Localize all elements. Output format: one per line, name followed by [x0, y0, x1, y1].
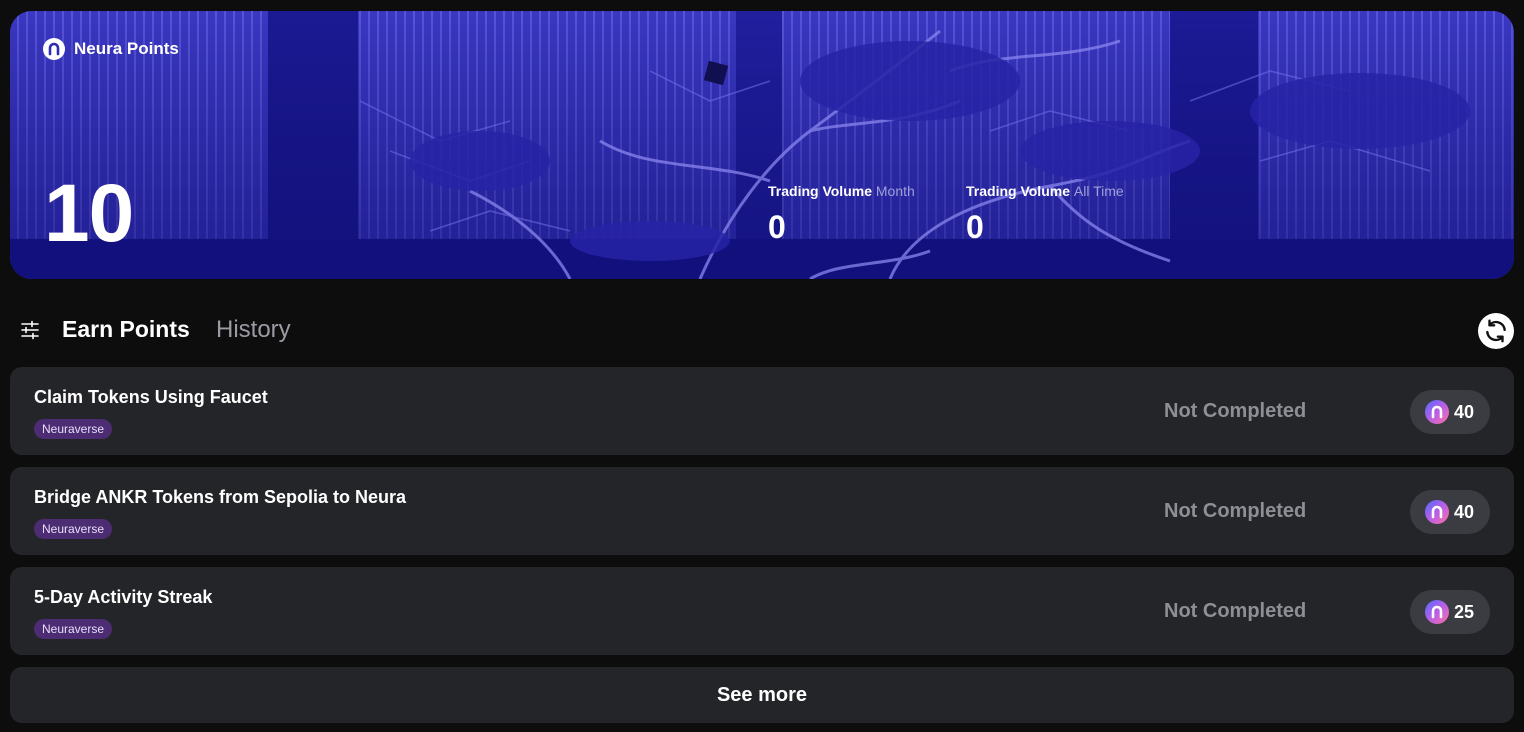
volume-label: Trading Volume Month	[768, 183, 915, 199]
task-tag: Neuraverse	[34, 419, 113, 439]
task-card[interactable]: Claim Tokens Using Faucet Neuraverse Not…	[10, 367, 1514, 455]
sliders-icon[interactable]	[20, 320, 40, 340]
hero-brand: Neura Points	[43, 38, 179, 60]
neura-coin-icon	[1424, 400, 1449, 424]
hero-background-image	[10, 11, 1514, 279]
neura-coin-icon	[1424, 600, 1449, 624]
task-tag: Neuraverse	[34, 519, 113, 539]
volume-label-text: Trading Volume	[768, 183, 872, 199]
trading-volume-all-time: Trading Volume All Time 0	[966, 183, 1124, 243]
refresh-icon	[1486, 319, 1506, 343]
task-title: Claim Tokens Using Faucet	[34, 387, 268, 407]
trading-volume-month: Trading Volume Month 0	[768, 183, 915, 243]
volume-label-text: Trading Volume	[966, 183, 1070, 199]
volume-label: Trading Volume All Time	[966, 183, 1124, 199]
task-tag: Neuraverse	[34, 619, 113, 639]
volume-value: 0	[966, 209, 984, 245]
neura-logo-icon	[43, 38, 65, 60]
volume-period: Month	[875, 183, 915, 199]
task-title: 5-Day Activity Streak	[34, 587, 213, 607]
brand-name: Neura Points	[74, 39, 179, 58]
see-more-button[interactable]: See more	[10, 667, 1514, 723]
task-title: Bridge ANKR Tokens from Sepolia to Neura	[34, 487, 407, 507]
reward-value: 25	[1453, 601, 1474, 622]
task-status: Not Completed	[1164, 600, 1307, 622]
points-hero-banner: Neura Points 10 Trading Volume Month 0 T…	[10, 11, 1514, 279]
task-card[interactable]: Bridge ANKR Tokens from Sepolia to Neura…	[10, 467, 1514, 555]
task-card[interactable]: 5-Day Activity Streak Neuraverse Not Com…	[10, 567, 1514, 655]
reward-badge: 25	[1409, 590, 1490, 634]
tab-history[interactable]: History	[216, 316, 291, 344]
points-total: 10	[44, 168, 134, 259]
task-status: Not Completed	[1164, 500, 1307, 522]
volume-period: All Time	[1073, 183, 1124, 199]
task-status: Not Completed	[1164, 400, 1307, 422]
reward-value: 40	[1453, 501, 1474, 522]
reward-badge: 40	[1409, 490, 1490, 534]
volume-value: 0	[768, 209, 786, 245]
refresh-button[interactable]	[1478, 313, 1514, 349]
tab-earn-points[interactable]: Earn Points	[62, 316, 190, 343]
neura-coin-icon	[1424, 500, 1449, 524]
reward-value: 40	[1453, 401, 1474, 422]
reward-badge: 40	[1409, 390, 1490, 434]
